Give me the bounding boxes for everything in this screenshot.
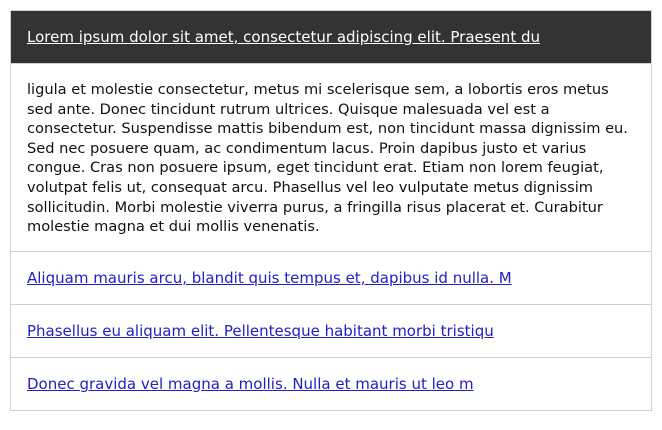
- accordion-header-4-link[interactable]: Donec gravida vel magna a mollis. Nulla …: [27, 374, 474, 394]
- accordion-panel-1: ligula et molestie consectetur, metus mi…: [11, 63, 651, 251]
- accordion-section-3: Phasellus eu aliquam elit. Pellentesque …: [11, 303, 651, 357]
- accordion-section-1: Lorem ipsum dolor sit amet, consectetur …: [11, 11, 651, 251]
- accordion-header-2[interactable]: Aliquam mauris arcu, blandit quis tempus…: [11, 252, 651, 304]
- accordion-section-4: Donec gravida vel magna a mollis. Nulla …: [11, 356, 651, 410]
- accordion: Lorem ipsum dolor sit amet, consectetur …: [10, 10, 652, 411]
- accordion-header-3[interactable]: Phasellus eu aliquam elit. Pellentesque …: [11, 305, 651, 357]
- accordion-header-4[interactable]: Donec gravida vel magna a mollis. Nulla …: [11, 358, 651, 410]
- accordion-header-3-link[interactable]: Phasellus eu aliquam elit. Pellentesque …: [27, 321, 494, 341]
- accordion-header-1-link[interactable]: Lorem ipsum dolor sit amet, consectetur …: [27, 27, 540, 47]
- accordion-header-1[interactable]: Lorem ipsum dolor sit amet, consectetur …: [11, 11, 651, 63]
- accordion-section-2: Aliquam mauris arcu, blandit quis tempus…: [11, 250, 651, 304]
- accordion-header-2-link[interactable]: Aliquam mauris arcu, blandit quis tempus…: [27, 268, 512, 288]
